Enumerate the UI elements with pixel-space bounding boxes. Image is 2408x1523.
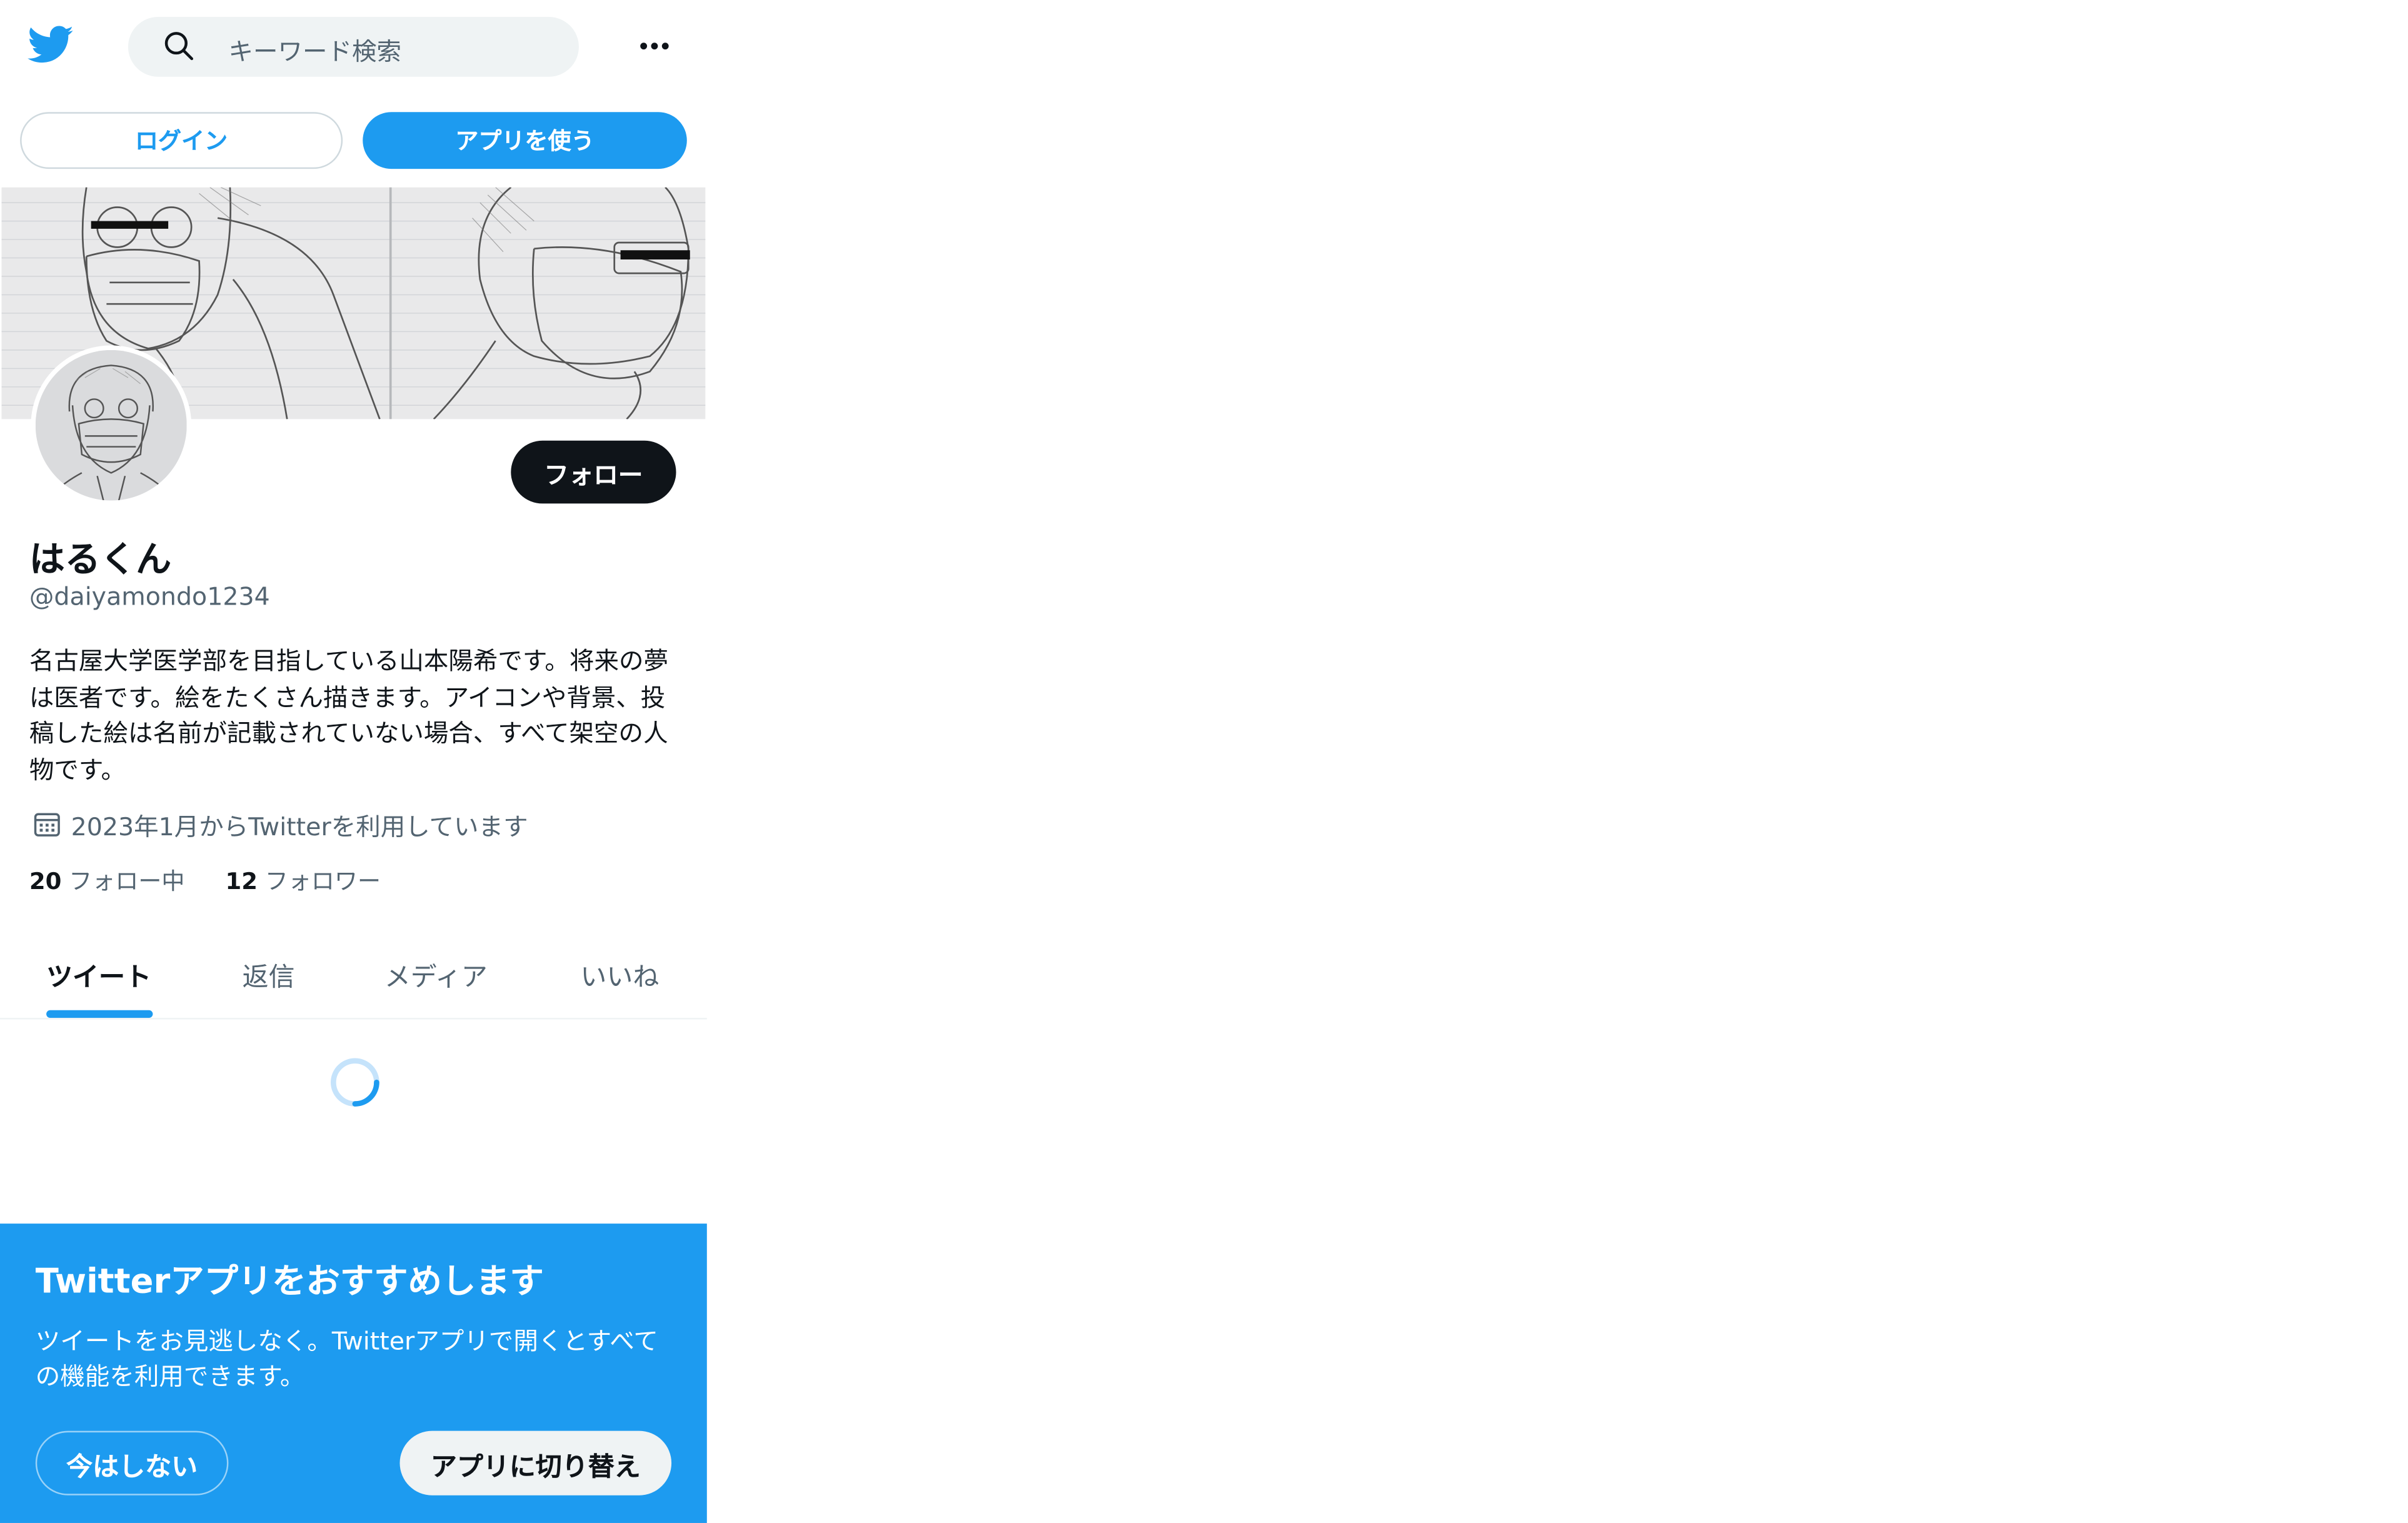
active-tab-indicator: [46, 1010, 153, 1018]
promo-body: ツイートをお見逃しなく。Twitterアプリで開くとすべての機能を利用できます。: [35, 1326, 658, 1391]
switch-to-app-button[interactable]: アプリに切り替え: [399, 1430, 672, 1495]
search-icon: [164, 32, 194, 61]
display-name: はるくん: [29, 540, 172, 581]
profile-column: キーワード検索 ログイン アプリを使う フォロー はるくん @daiyamond…: [0, 0, 707, 1523]
not-now-button[interactable]: 今はしない: [35, 1430, 229, 1495]
twitter-bird-icon[interactable]: [26, 21, 76, 68]
login-button[interactable]: ログイン: [20, 112, 343, 169]
loading-spinner-icon: [331, 1058, 379, 1107]
tab-replies[interactable]: 返信: [243, 955, 295, 993]
tab-divider: [0, 1018, 707, 1020]
more-dots-icon[interactable]: [626, 26, 682, 66]
tab-likes[interactable]: いいね: [580, 955, 659, 993]
search-input[interactable]: キーワード検索: [228, 31, 401, 68]
use-app-button[interactable]: アプリを使う: [363, 112, 687, 169]
avatar[interactable]: [31, 345, 192, 505]
join-date: 2023年1月からTwitterを利用しています: [71, 812, 528, 842]
followers-stat[interactable]: 12 フォロワー: [226, 865, 381, 897]
followers-count: 12: [225, 867, 258, 895]
search-box[interactable]: キーワード検索: [128, 17, 579, 77]
follow-button[interactable]: フォロー: [511, 440, 676, 504]
app-promo-banner: Twitterアプリをおすすめします ツイートをお見逃しなく。Twitterアプ…: [0, 1224, 707, 1523]
avatar-image: [35, 349, 187, 501]
followers-label: フォロワー: [264, 867, 381, 895]
calendar-icon: [34, 813, 60, 837]
tab-media[interactable]: メディア: [384, 955, 488, 993]
promo-title: Twitterアプリをおすすめします: [35, 1263, 544, 1302]
user-handle: @daiyamondo1234: [29, 581, 270, 611]
following-count: 20: [29, 867, 62, 895]
profile-bio: 名古屋大学医学部を目指している山本陽希です。将来の夢は医者です。絵をたくさん描き…: [29, 646, 668, 784]
following-stat[interactable]: 20 フォロー中: [29, 865, 185, 897]
following-label: フォロー中: [69, 867, 185, 895]
tab-tweets[interactable]: ツイート: [46, 955, 151, 993]
